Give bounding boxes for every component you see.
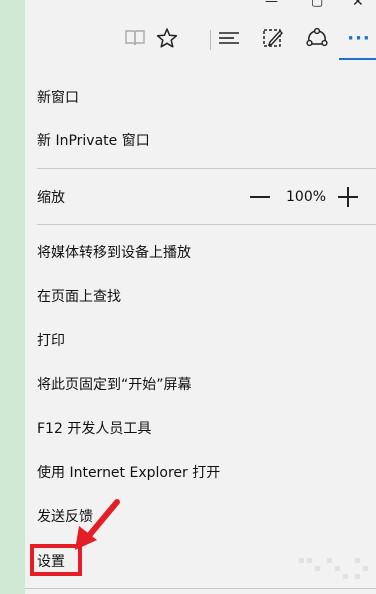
menu-item-print[interactable]: 打印 [25, 325, 376, 355]
menu-item-cast-media[interactable]: 将媒体转移到设备上播放 [25, 237, 376, 267]
menu-item-pin-to-start[interactable]: 将此页固定到“开始”屏幕 [25, 369, 376, 399]
share-icon [306, 27, 328, 47]
toolbar-separator [210, 30, 211, 50]
menu-item-developer-tools[interactable]: F12 开发人员工具 [25, 413, 376, 443]
zoom-in-button[interactable] [338, 187, 358, 207]
menu-item-label: 将媒体转移到设备上播放 [37, 245, 191, 261]
menu-item-new-inprivate[interactable]: 新 InPrivate 窗口 [25, 125, 376, 155]
menu-item-find-on-page[interactable]: 在页面上查找 [25, 281, 376, 311]
more-icon: ··· [347, 27, 371, 49]
close-button[interactable]: ✕ [352, 0, 364, 10]
menu-item-label: 新 InPrivate 窗口 [37, 133, 150, 149]
zoom-value: 100% [286, 189, 327, 205]
menu-divider [37, 168, 376, 169]
background-strip [0, 0, 25, 594]
zoom-label: 缩放 [37, 190, 65, 206]
star-icon [156, 28, 178, 48]
more-button[interactable]: ··· [345, 24, 373, 52]
menu-item-open-with-ie[interactable]: 使用 Internet Explorer 打开 [25, 457, 376, 487]
hub-icon [219, 32, 239, 44]
watermark-pattern [299, 558, 368, 579]
menu-item-label: 使用 Internet Explorer 打开 [37, 465, 221, 481]
menu-bottom-divider [25, 588, 376, 589]
share-button[interactable] [303, 24, 331, 52]
favorites-button[interactable] [153, 24, 181, 52]
menu-item-new-window[interactable]: 新窗口 [25, 82, 376, 112]
menu-item-label: F12 开发人员工具 [37, 421, 152, 437]
menu-item-label: 新窗口 [37, 90, 79, 106]
minimize-button[interactable]: — [265, 0, 278, 10]
annotation-arrow-icon [75, 499, 120, 550]
toolbar: ··· [25, 14, 376, 62]
active-indicator [339, 58, 376, 60]
reading-view-button[interactable] [121, 24, 149, 52]
title-bar: — ▢ ✕ [25, 0, 376, 14]
maximize-button[interactable]: ▢ [311, 0, 323, 10]
menu-item-zoom: 缩放 100% [25, 182, 376, 212]
menu-divider [37, 224, 376, 225]
menu-item-label: 将此页固定到“开始”屏幕 [37, 377, 192, 393]
hub-button[interactable] [215, 24, 243, 52]
browser-window: — ▢ ✕ ··· 新窗口 新 InPrivate 窗口 缩放 100% 将媒体… [25, 0, 376, 594]
web-note-button[interactable] [259, 24, 287, 52]
zoom-out-button[interactable] [250, 191, 270, 203]
reading-view-icon [125, 30, 145, 46]
menu-item-label: 打印 [37, 333, 65, 349]
web-note-icon [263, 29, 283, 47]
menu-item-label: 在页面上查找 [37, 289, 121, 305]
